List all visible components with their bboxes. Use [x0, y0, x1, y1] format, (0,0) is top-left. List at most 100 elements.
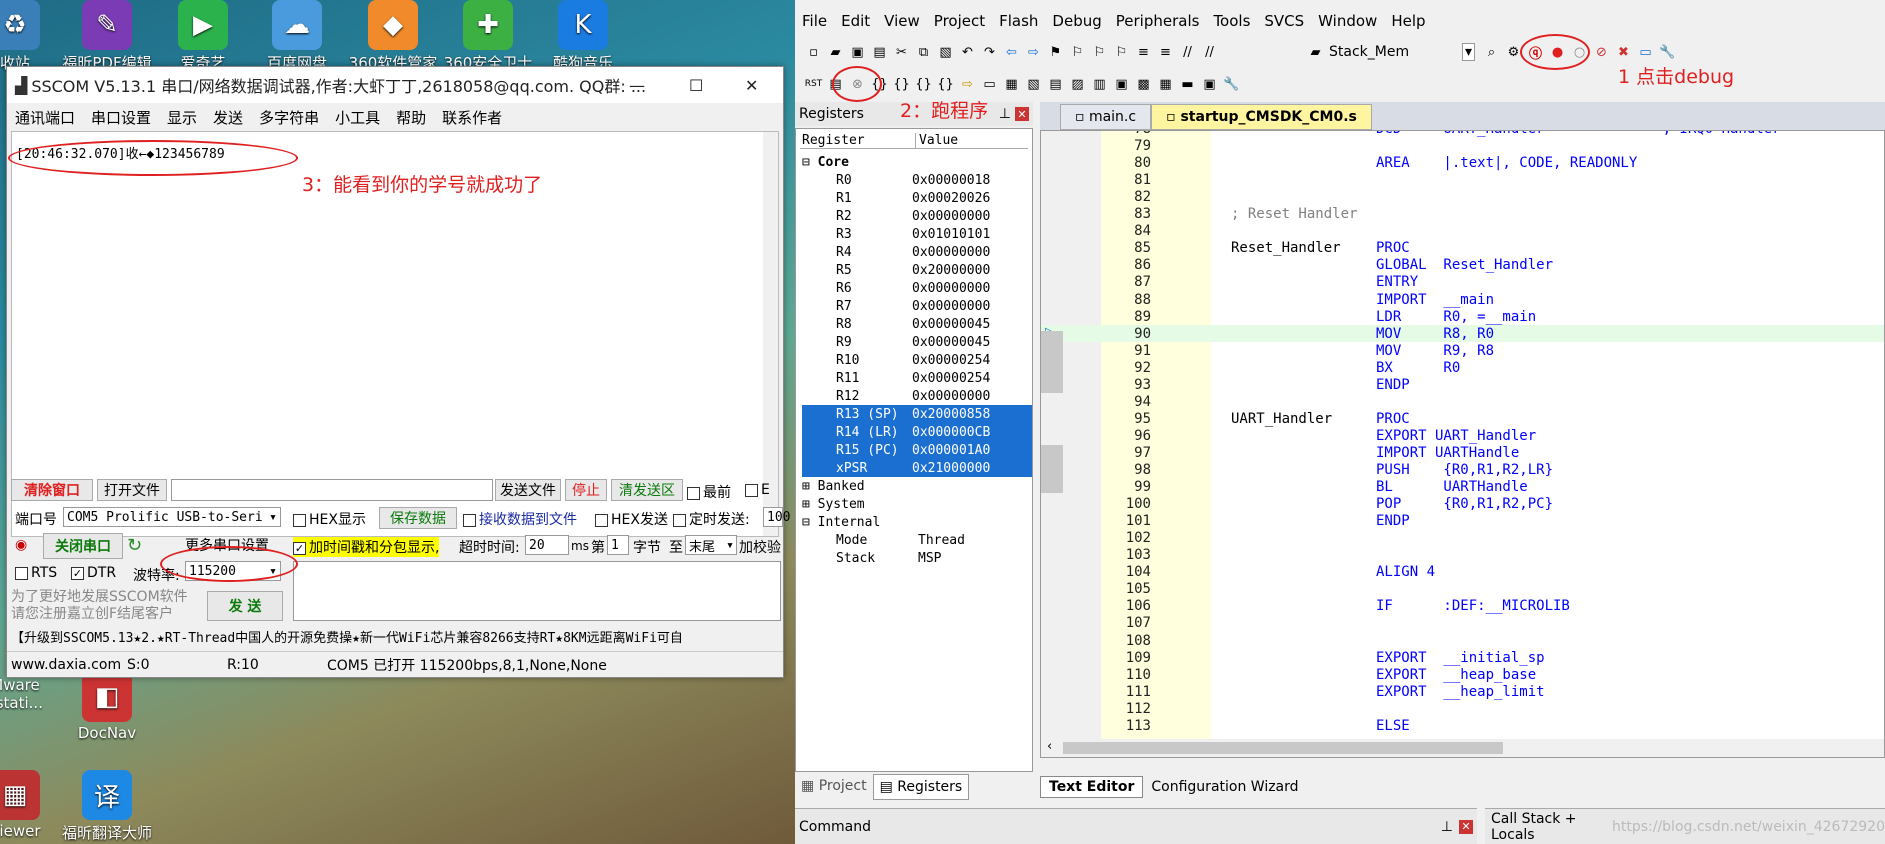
- system-group[interactable]: ⊞ System: [802, 495, 1032, 513]
- watch-icon[interactable]: ▥: [1091, 76, 1108, 93]
- bookmark-clear-icon[interactable]: ⚐: [1113, 44, 1130, 61]
- menu-window[interactable]: Window: [1311, 12, 1384, 36]
- register-row[interactable]: R9 0x00000045: [802, 333, 1032, 351]
- desktop-icon-360safe[interactable]: ✚ 360安全卫士: [433, 0, 543, 73]
- undo-icon[interactable]: ↶: [959, 44, 976, 61]
- maximize-icon[interactable]: ☐: [689, 76, 703, 95]
- register-row[interactable]: R7 0x00000000: [802, 297, 1032, 315]
- register-row[interactable]: R5 0x20000000: [802, 261, 1032, 279]
- reset-icon[interactable]: RST: [805, 76, 822, 93]
- receive-scrollbar[interactable]: [763, 132, 778, 536]
- close-port-button[interactable]: 关闭串口: [43, 533, 123, 559]
- tab-main-c[interactable]: ▫ main.c: [1060, 104, 1152, 130]
- horizontal-scrollbar[interactable]: ‹: [1041, 739, 1884, 757]
- tab-startup-s[interactable]: ▫ startup_CMSDK_CM0.s: [1151, 104, 1372, 130]
- indent-icon[interactable]: ≡: [1135, 44, 1152, 61]
- registers-window-icon[interactable]: ▤: [1047, 76, 1064, 93]
- register-row[interactable]: xPSR 0x21000000: [802, 459, 1032, 477]
- send-file-button[interactable]: 发送文件: [495, 479, 561, 501]
- register-row[interactable]: R8 0x00000045: [802, 315, 1032, 333]
- register-row[interactable]: R2 0x00000000: [802, 207, 1032, 225]
- call-stack-icon[interactable]: ▨: [1069, 76, 1086, 93]
- toolbox-icon[interactable]: 🔧: [1223, 76, 1240, 93]
- desktop-icon-foxit-pdf[interactable]: ✎ 福昕PDF编辑: [52, 0, 162, 73]
- pin-icon[interactable]: ⊥: [999, 106, 1011, 122]
- symbols-icon[interactable]: ▧: [1025, 76, 1042, 93]
- menu-help[interactable]: Help: [1384, 12, 1432, 36]
- desktop-icon-kugou[interactable]: K 酷狗音乐: [528, 0, 638, 73]
- desktop-icon-baidu[interactable]: ☁ 百度网盘: [242, 0, 352, 73]
- analysis-icon[interactable]: ▦: [1157, 76, 1174, 93]
- register-row[interactable]: R14 (LR) 0x000000CB: [802, 423, 1032, 441]
- internal-group[interactable]: ⊟ Internal: [802, 513, 1032, 531]
- menu-view[interactable]: View: [877, 12, 927, 36]
- menu-svcs[interactable]: SVCS: [1257, 12, 1311, 36]
- timer-interval-input[interactable]: 100: [763, 507, 790, 527]
- command-window-icon[interactable]: ▭: [981, 76, 998, 93]
- register-row[interactable]: R15 (PC) 0x000001A0: [802, 441, 1032, 459]
- send-input[interactable]: [293, 561, 781, 621]
- menu-flash[interactable]: Flash: [992, 12, 1045, 36]
- new-file-icon[interactable]: ▫: [805, 44, 822, 61]
- menu-contact[interactable]: 联系作者: [434, 107, 510, 128]
- wrench-icon[interactable]: 🔧: [1659, 44, 1676, 61]
- desktop-icon-docnav[interactable]: ◧ DocNav: [52, 672, 162, 742]
- menu-serial-settings[interactable]: 串口设置: [83, 107, 159, 128]
- code-editor[interactable]: ▷ 78DCD UART_Handler ; IRQ0 Handler7980A…: [1040, 130, 1885, 758]
- menu-send[interactable]: 发送: [205, 107, 251, 128]
- find-icon[interactable]: ⌕: [1483, 44, 1500, 61]
- e-checkbox[interactable]: E: [745, 482, 770, 498]
- menu-multistring[interactable]: 多字符串: [251, 107, 327, 128]
- tab-config-wizard[interactable]: Configuration Wizard: [1143, 777, 1306, 797]
- timestamp-checkbox[interactable]: ✓ 加时间戳和分包显示,: [293, 537, 440, 557]
- save-icon[interactable]: ▣: [849, 44, 866, 61]
- end-select[interactable]: 末尾 ▾: [685, 535, 737, 555]
- target-select[interactable]: ▰ Stack_Mem ▾: [1307, 38, 1476, 66]
- send-button[interactable]: 发 送: [207, 591, 283, 621]
- port-select[interactable]: COM5 Prolific USB-to-Seri ▾: [63, 507, 281, 527]
- dtr-checkbox[interactable]: ✓ DTR: [71, 565, 116, 581]
- menu-tools[interactable]: Tools: [1206, 12, 1257, 36]
- forward-icon[interactable]: ⇨: [1025, 44, 1042, 61]
- register-row[interactable]: R1 0x00020026: [802, 189, 1032, 207]
- file-path-input[interactable]: [171, 479, 493, 501]
- clear-window-button[interactable]: 清除窗口: [11, 479, 93, 501]
- bookmark-prev-icon[interactable]: ⚐: [1069, 44, 1086, 61]
- menu-project[interactable]: Project: [927, 12, 992, 36]
- close-icon[interactable]: ✕: [745, 76, 758, 95]
- close-icon[interactable]: ✕: [1459, 819, 1473, 834]
- unindent-icon[interactable]: ≡: [1157, 44, 1174, 61]
- serial-icon[interactable]: ▩: [1135, 76, 1152, 93]
- timer-send-checkbox[interactable]: 定时发送:: [673, 509, 750, 529]
- core-group[interactable]: ⊟ Core: [802, 153, 1032, 171]
- hex-send-checkbox[interactable]: HEX发送: [595, 509, 668, 529]
- bookmark-next-icon[interactable]: ⚐: [1091, 44, 1108, 61]
- pin-icon[interactable]: ⊥: [1441, 819, 1453, 835]
- register-row[interactable]: R11 0x00000254: [802, 369, 1032, 387]
- tab-project[interactable]: ▦ Project: [795, 774, 873, 800]
- register-row[interactable]: R4 0x00000000: [802, 243, 1032, 261]
- menu-file[interactable]: File: [795, 12, 834, 36]
- register-row[interactable]: R3 0x01010101: [802, 225, 1032, 243]
- step-out-icon[interactable]: {}: [915, 76, 932, 93]
- open-file-icon[interactable]: ▰: [827, 44, 844, 61]
- memory-icon[interactable]: ▣: [1113, 76, 1130, 93]
- hex-display-checkbox[interactable]: HEX显示: [293, 509, 366, 529]
- menu-peripherals[interactable]: Peripherals: [1109, 12, 1207, 36]
- status-site[interactable]: www.daxia.com: [7, 657, 127, 673]
- step-over-icon[interactable]: {}: [893, 76, 910, 93]
- trace-icon[interactable]: ▬: [1179, 76, 1196, 93]
- run-to-cursor-icon[interactable]: {}: [937, 76, 954, 93]
- stop-button[interactable]: 停止: [565, 479, 607, 501]
- nth-input[interactable]: 1: [607, 535, 629, 555]
- comment-icon[interactable]: //: [1179, 44, 1196, 61]
- breakpoint-clear-icon[interactable]: ✖: [1615, 44, 1632, 61]
- banked-group[interactable]: ⊞ Banked: [802, 477, 1032, 495]
- menu-port[interactable]: 通讯端口: [7, 107, 83, 128]
- menu-debug[interactable]: Debug: [1045, 12, 1108, 36]
- uncomment-icon[interactable]: //: [1201, 44, 1218, 61]
- register-row[interactable]: R0 0x00000018: [802, 171, 1032, 189]
- cut-icon[interactable]: ✂: [893, 44, 910, 61]
- copy-icon[interactable]: ⧉: [915, 44, 932, 61]
- desktop-icon-foxit-translate[interactable]: 译福昕翻译大师: [52, 770, 162, 843]
